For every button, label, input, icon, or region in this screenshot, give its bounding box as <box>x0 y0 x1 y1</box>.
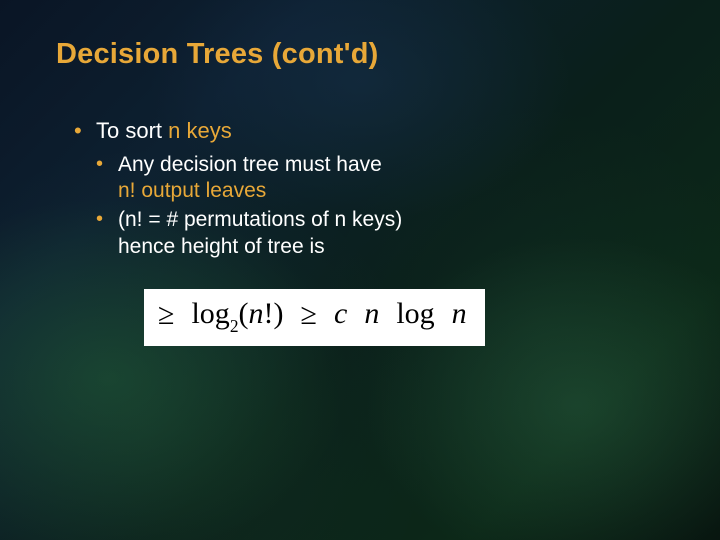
formula-sub: 2 <box>230 316 239 336</box>
formula-n2: n <box>364 297 379 330</box>
bullet-l2b-line2: hence height of tree is <box>118 234 664 261</box>
formula-n3: n <box>452 297 467 330</box>
slide: Decision Trees (cont'd) To sort n keys A… <box>0 0 720 540</box>
bullet-l1-item: To sort n keys Any decision tree must ha… <box>74 117 664 261</box>
bullet-l2b-line1: (n! = # permutations of n keys) <box>118 208 402 231</box>
slide-title: Decision Trees (cont'd) <box>56 38 664 71</box>
bullet-l2a: Any decision tree must have n! output le… <box>96 152 664 206</box>
bullet-list-level2: Any decision tree must have n! output le… <box>96 152 664 262</box>
formula-close: ) <box>274 297 284 330</box>
formula-box: ≥ log2(n!) ≥ c n log n <box>144 289 485 345</box>
formula-open: ( <box>239 297 249 330</box>
formula-log1: log <box>191 297 229 330</box>
bullet-l2a-accent: n! output leaves <box>118 178 664 205</box>
formula-ge2: ≥ <box>301 300 317 330</box>
bullet-l2a-line1: Any decision tree must have <box>118 153 382 176</box>
formula-log2: log <box>396 297 434 330</box>
formula-n1: n <box>249 297 264 330</box>
formula-c: c <box>334 297 347 330</box>
slide-content: To sort n keys Any decision tree must ha… <box>56 117 664 346</box>
bullet-l1-text: To sort <box>96 118 168 143</box>
formula-bang: ! <box>264 297 274 330</box>
bullet-l2b: (n! = # permutations of n keys) hence he… <box>96 207 664 261</box>
formula-ge1: ≥ <box>158 300 174 330</box>
bullet-l1-accent: n keys <box>168 118 232 143</box>
formula-container: ≥ log2(n!) ≥ c n log n <box>144 289 664 345</box>
bullet-list-level1: To sort n keys Any decision tree must ha… <box>74 117 664 261</box>
